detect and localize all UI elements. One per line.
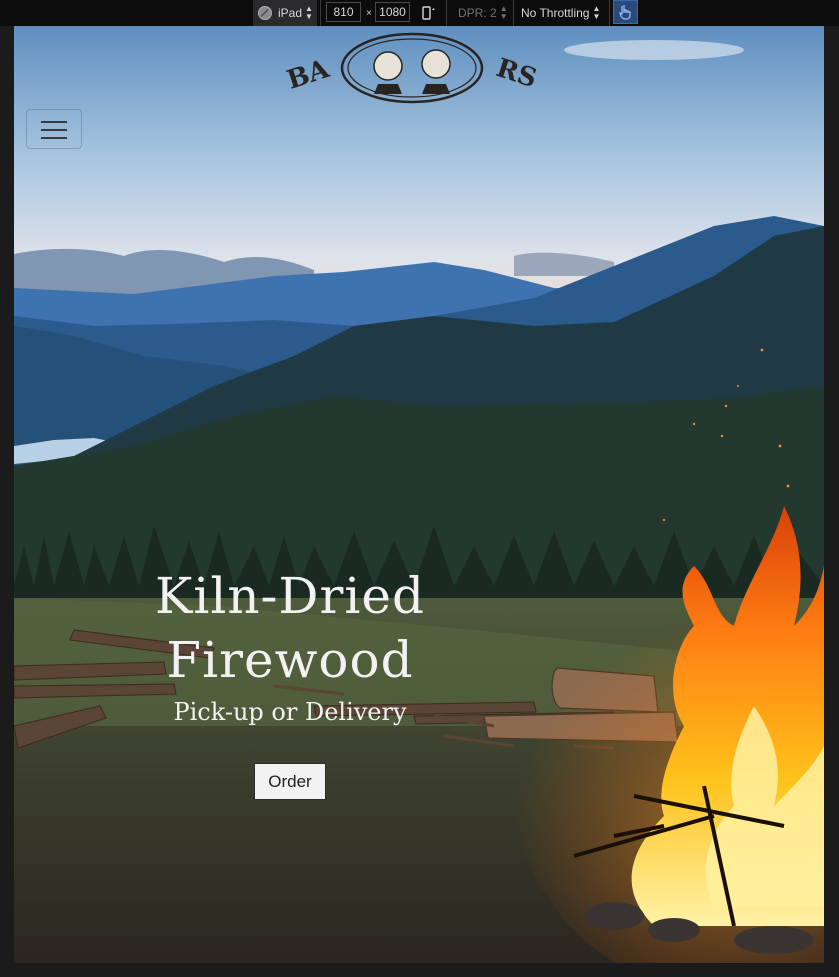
throttling-label: No Throttling — [521, 6, 590, 20]
toolbar-divider — [446, 0, 447, 26]
touch-hand-icon — [618, 5, 631, 20]
hero-title-line2: Firewood — [166, 631, 414, 689]
rotate-device-icon[interactable] — [420, 0, 436, 26]
hero-subtitle: Pick-up or Delivery — [173, 698, 407, 726]
dpr-selector[interactable]: DPR: 2 ▲ ▼ — [458, 0, 508, 26]
navbar-toggle-button[interactable] — [26, 109, 82, 149]
hamburger-icon — [41, 129, 67, 131]
device-selector[interactable]: iPad ▲ ▼ — [253, 0, 317, 26]
hero-background-image — [14, 26, 824, 963]
svg-text:BA: BA — [283, 54, 333, 96]
site-logo[interactable]: BA RS — [270, 26, 554, 106]
touch-simulation-button[interactable] — [613, 0, 638, 24]
hero-title-line1: Kiln-Dried — [154, 567, 425, 625]
hamburger-icon — [41, 121, 67, 123]
select-arrows-icon: ▲ ▼ — [499, 4, 508, 21]
device-label: iPad — [278, 6, 303, 20]
select-arrows-icon: ▲ ▼ — [305, 4, 313, 21]
devtools-toolbar: iPad ▲ ▼ 810 × 1080 DPR: 2 ▲ ▼ No Throttli… — [0, 0, 839, 26]
svg-text:RS: RS — [493, 53, 541, 94]
page-viewport: BA RS Kiln-Dried Firewood Pick-up or Del… — [14, 26, 824, 963]
width-input[interactable]: 810 — [326, 2, 361, 22]
hamburger-icon — [41, 137, 67, 139]
toolbar-divider — [513, 0, 514, 26]
throttling-selector[interactable]: No Throttling ▲ ▼ — [521, 0, 600, 26]
height-input[interactable]: 1080 — [375, 2, 410, 22]
select-arrows-icon: ▲ ▼ — [592, 4, 601, 21]
hero-title: Kiln-Dried Firewood — [130, 564, 450, 692]
no-entry-circle-icon — [258, 6, 272, 20]
toolbar-divider — [320, 0, 321, 26]
dpr-label: DPR: 2 — [458, 6, 497, 20]
order-button[interactable]: Order — [254, 763, 326, 800]
times-sign: × — [366, 7, 372, 19]
toolbar-divider — [609, 0, 610, 26]
